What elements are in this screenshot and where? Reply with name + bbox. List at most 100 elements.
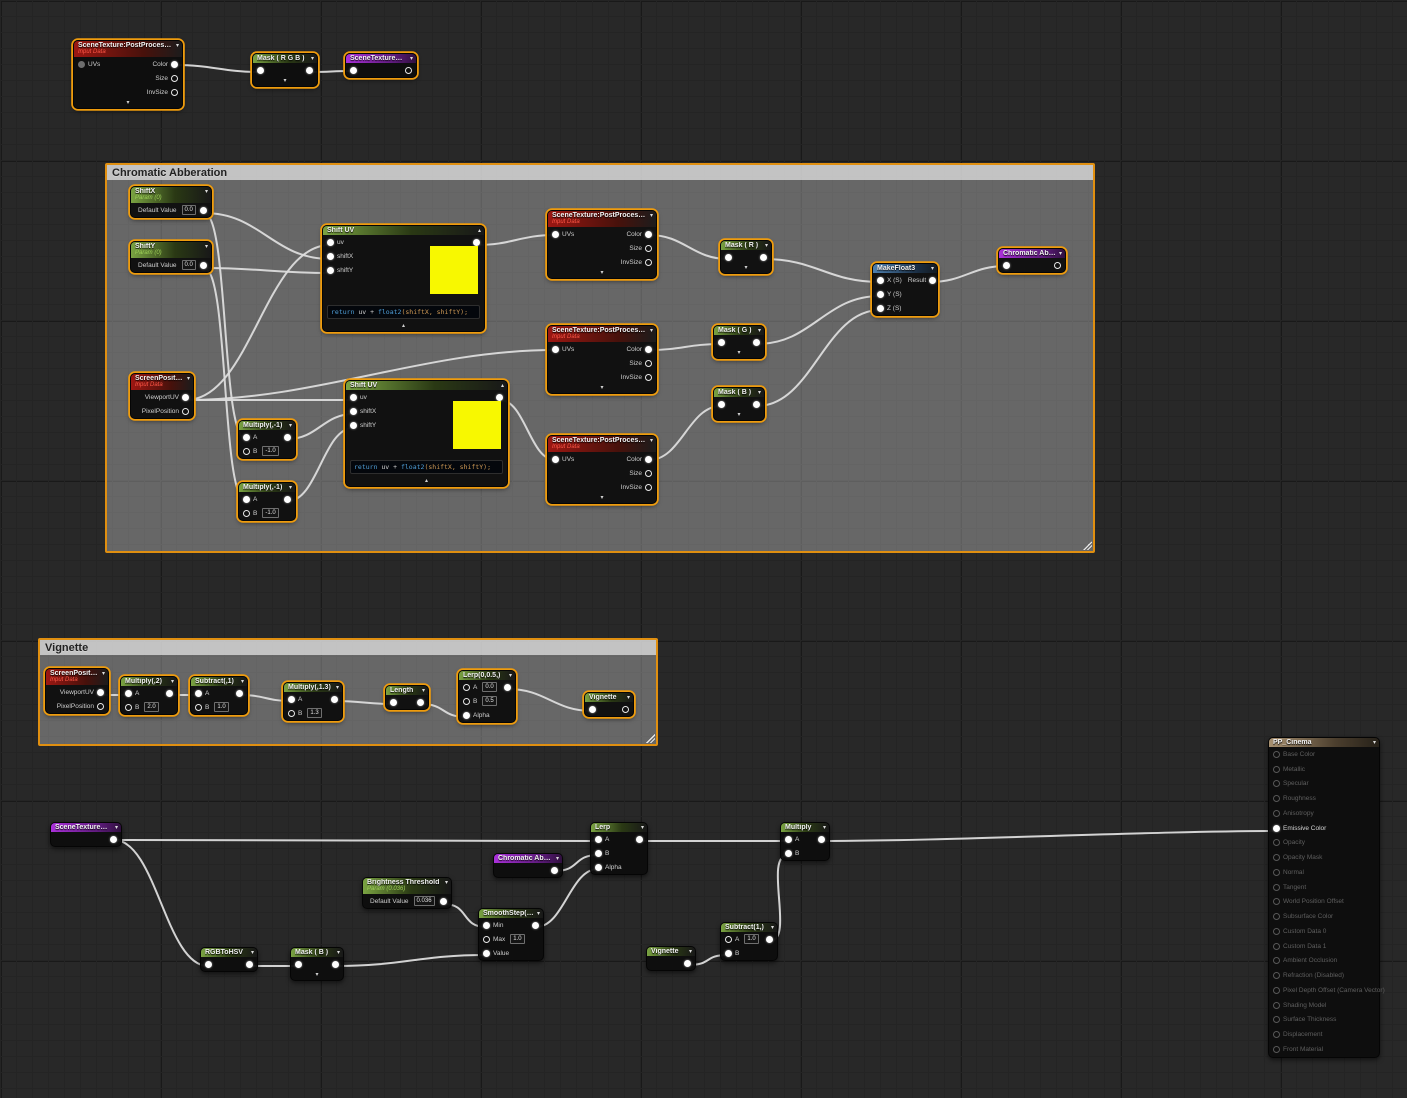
expand-pins-chevron-icon[interactable]: ▾ xyxy=(548,384,656,393)
output-pin[interactable] xyxy=(246,961,253,968)
material-input-pin[interactable] xyxy=(1273,825,1280,832)
input-pin[interactable] xyxy=(327,253,334,260)
value-box[interactable]: -1.0 xyxy=(262,446,278,456)
wire[interactable] xyxy=(822,831,1279,841)
node-header[interactable]: SceneTexture:PostProcessInput0▾Input Dat… xyxy=(548,436,656,452)
node-mask-b-ca[interactable]: Mask ( B )▾▾ xyxy=(713,387,765,421)
input-pin[interactable] xyxy=(877,277,884,284)
node-header[interactable]: Mask ( G )▾ xyxy=(714,326,764,335)
node-header[interactable]: Vignette▾ xyxy=(585,693,633,702)
node-smoothstep[interactable]: SmoothStep(, 1.)▾MinMax1.0Value xyxy=(478,908,544,961)
input-pin[interactable] xyxy=(595,850,602,857)
collapse-up-icon[interactable]: ▴ xyxy=(501,383,504,389)
value-box[interactable]: 1.3 xyxy=(307,708,321,718)
input-pin[interactable] xyxy=(243,496,250,503)
node-header[interactable]: Lerp▾ xyxy=(591,823,647,832)
chevron-down-icon[interactable]: ▾ xyxy=(205,189,208,195)
input-pin[interactable] xyxy=(463,698,470,705)
output-pin[interactable] xyxy=(97,689,104,696)
output-pin[interactable] xyxy=(166,690,173,697)
output-pin[interactable] xyxy=(405,67,412,74)
comment-resize-handle[interactable] xyxy=(1083,541,1092,550)
input-pin[interactable] xyxy=(125,690,132,697)
node-header[interactable]: Shift UV▴ xyxy=(346,381,507,390)
chevron-down-icon[interactable]: ▾ xyxy=(289,423,292,429)
output-pin[interactable] xyxy=(200,262,207,269)
value-box[interactable]: 1.0 xyxy=(214,702,228,712)
node-header[interactable]: Chromatic Abber▾ xyxy=(494,854,562,863)
value-box[interactable]: 2.0 xyxy=(144,702,158,712)
input-pin[interactable] xyxy=(483,922,490,929)
chevron-down-icon[interactable]: ▾ xyxy=(1059,251,1062,257)
input-pin[interactable] xyxy=(243,434,250,441)
input-pin[interactable] xyxy=(1003,262,1010,269)
material-input-pin[interactable] xyxy=(1273,1002,1280,1009)
node-header[interactable]: SmoothStep(, 1.)▾ xyxy=(479,909,543,918)
expand-pins-chevron-icon[interactable]: ▾ xyxy=(291,971,343,980)
node-header[interactable]: Multiply(,1.3)▾ xyxy=(284,683,342,692)
chevron-down-icon[interactable]: ▾ xyxy=(650,213,653,219)
node-mask-b-bottom[interactable]: Mask ( B )▾▾ xyxy=(290,947,344,981)
chevron-down-icon[interactable]: ▾ xyxy=(1373,740,1376,746)
input-pin[interactable] xyxy=(463,712,470,719)
node-header[interactable]: SceneTexture:PostProcessInput0▾Input Dat… xyxy=(548,211,656,227)
output-pin[interactable] xyxy=(171,75,178,82)
chevron-down-icon[interactable]: ▾ xyxy=(537,911,540,917)
wire[interactable] xyxy=(336,955,486,966)
input-pin[interactable] xyxy=(877,305,884,312)
material-input-pin[interactable] xyxy=(1273,928,1280,935)
material-input-pin[interactable] xyxy=(1273,1016,1280,1023)
node-chromatic-abber-use[interactable]: Chromatic Abber▾ xyxy=(493,853,563,878)
node-header[interactable]: MakeFloat3▾ xyxy=(873,264,937,273)
input-pin[interactable] xyxy=(877,291,884,298)
node-scenetexturepp0-use[interactable]: SceneTexturePP0▾ xyxy=(50,822,122,847)
input-pin[interactable] xyxy=(725,254,732,261)
node-header[interactable]: Brightness Threshold▾Param (0.036) xyxy=(363,878,451,894)
output-pin[interactable] xyxy=(753,339,760,346)
material-input-pin[interactable] xyxy=(1273,1046,1280,1053)
chevron-down-icon[interactable]: ▾ xyxy=(115,825,118,831)
input-pin[interactable] xyxy=(595,864,602,871)
material-input-pin[interactable] xyxy=(1273,987,1280,994)
input-pin[interactable] xyxy=(785,850,792,857)
input-pin[interactable] xyxy=(205,961,212,968)
node-header[interactable]: Mask ( B )▾ xyxy=(714,388,764,397)
node-header[interactable]: Subtract(,1)▾ xyxy=(191,677,247,686)
input-pin[interactable] xyxy=(350,67,357,74)
node-shift-uv-2[interactable]: Shift UV▴uvshiftXshiftYreturn uv + float… xyxy=(345,380,508,487)
output-pin[interactable] xyxy=(171,89,178,96)
input-pin[interactable] xyxy=(483,936,490,943)
material-input-pin[interactable] xyxy=(1273,854,1280,861)
value-box[interactable]: 1.0 xyxy=(510,934,524,944)
chevron-down-icon[interactable]: ▾ xyxy=(650,328,653,334)
output-pin[interactable] xyxy=(645,470,652,477)
node-header[interactable]: ShiftX▾Param (0) xyxy=(131,187,211,203)
input-pin[interactable] xyxy=(463,684,470,691)
chevron-down-icon[interactable]: ▾ xyxy=(187,376,190,382)
node-scenetexture-b[interactable]: SceneTexture:PostProcessInput0▾Input Dat… xyxy=(547,435,657,504)
chevron-down-icon[interactable]: ▾ xyxy=(337,950,340,956)
node-header[interactable]: SceneTexture:PostProcessInput0▾Input Dat… xyxy=(548,326,656,342)
input-pin[interactable] xyxy=(295,961,302,968)
input-pin[interactable] xyxy=(243,510,250,517)
output-pin[interactable] xyxy=(182,394,189,401)
output-pin[interactable] xyxy=(929,277,936,284)
wire[interactable] xyxy=(175,65,260,72)
output-pin[interactable] xyxy=(110,836,117,843)
chevron-down-icon[interactable]: ▾ xyxy=(931,266,934,272)
input-pin[interactable] xyxy=(350,394,357,401)
node-rgbtohsv[interactable]: RGBToHSV▾ xyxy=(200,947,258,972)
collapse-up-icon[interactable]: ▴ xyxy=(323,322,484,331)
input-pin[interactable] xyxy=(725,950,732,957)
material-input-pin[interactable] xyxy=(1273,1031,1280,1038)
node-vignette-decl[interactable]: Vignette▾ xyxy=(584,692,634,717)
node-header[interactable]: SceneTexturePP0▾ xyxy=(51,823,121,832)
wire[interactable] xyxy=(114,840,598,841)
node-header[interactable]: SceneTexture:PostProcessInput0▾Input Dat… xyxy=(74,41,182,57)
input-pin[interactable] xyxy=(327,267,334,274)
output-pin[interactable] xyxy=(818,836,825,843)
material-input-pin[interactable] xyxy=(1273,766,1280,773)
output-pin[interactable] xyxy=(440,898,447,905)
node-mask-rgb[interactable]: Mask ( R G B )▾▾ xyxy=(252,53,318,87)
input-pin[interactable] xyxy=(125,704,132,711)
